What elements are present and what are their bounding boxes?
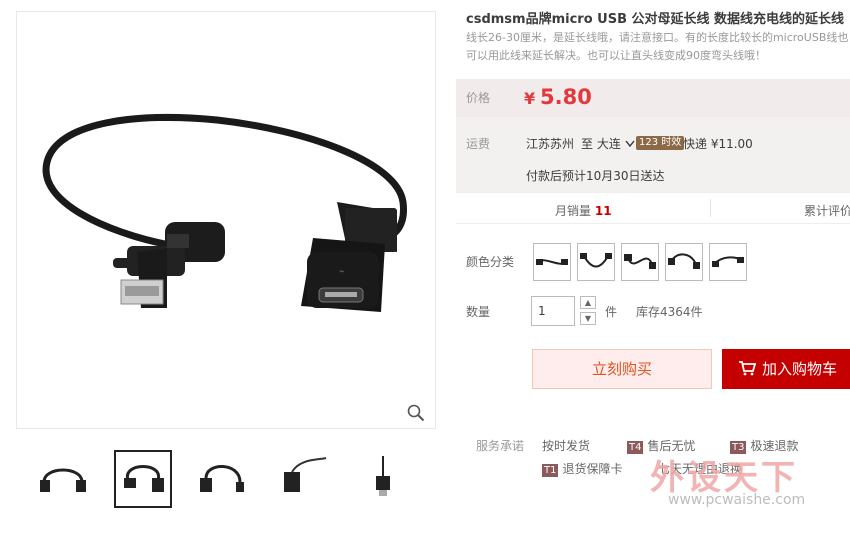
thumbnail-4[interactable]	[274, 450, 332, 508]
quantity-decrease-button[interactable]: ▼	[580, 312, 596, 325]
usb-cable-image: ⌁	[42, 113, 407, 312]
shipping-label: 运费	[466, 137, 491, 151]
color-label: 颜色分类	[466, 255, 515, 269]
stock-count: 库存4364件	[636, 305, 703, 319]
monthly-sales-label: 月销量	[555, 204, 592, 218]
sales-row	[456, 192, 850, 224]
color-option-4[interactable]	[665, 243, 703, 281]
sales-divider	[710, 199, 711, 217]
shipping-method: 快递 ¥11.00	[683, 137, 753, 151]
quantity-increase-button[interactable]: ▲	[580, 296, 596, 309]
thumbnail-strip	[34, 450, 434, 512]
quantity-input[interactable]	[531, 296, 575, 326]
thumbnail-2[interactable]	[114, 450, 172, 508]
monthly-sales: 月销量 11	[555, 202, 612, 219]
color-option-2[interactable]	[577, 243, 615, 281]
cart-icon	[739, 361, 756, 376]
service-on-time: 按时发货	[542, 437, 590, 454]
product-title: csdmsm品牌micro USB 公对母延长线 数据线充电线的延长线	[466, 12, 845, 27]
price-currency: ¥	[524, 89, 536, 108]
price-label: 价格	[466, 91, 491, 105]
price-band	[456, 79, 850, 117]
color-option-3[interactable]	[621, 243, 659, 281]
shipping-destination[interactable]: 至 大连	[581, 135, 635, 152]
watermark-url: www.pcwaishe.com	[668, 492, 806, 508]
product-description: 线长26-30厘米，是延长线哦，请注意接口。有的长度比较长的microUSB线也…	[466, 31, 849, 62]
buy-now-button[interactable]: 立刻购买	[532, 349, 712, 389]
svg-text:⌁: ⌁	[339, 267, 344, 277]
thumbnail-3[interactable]	[194, 450, 252, 508]
total-reviews[interactable]: 累计评价	[804, 202, 850, 219]
price-value: 5.80	[540, 85, 592, 109]
services-label: 服务承诺	[476, 439, 525, 453]
delivery-estimate: 付款后预计10月30日送达	[526, 169, 665, 183]
quantity-label: 数量	[466, 305, 491, 319]
service-tag: T4	[627, 441, 644, 454]
chevron-down-icon	[625, 140, 635, 148]
thumbnail-5[interactable]	[354, 450, 412, 508]
color-swatches	[533, 243, 747, 281]
quantity-unit: 件	[605, 305, 618, 319]
magnifier-icon[interactable]	[407, 404, 425, 422]
thumbnail-1[interactable]	[34, 450, 92, 508]
service-text: 退货保障卡	[562, 462, 623, 476]
service-return-card: T1 退货保障卡	[542, 460, 623, 477]
delivery-time-badge: 123 时效	[636, 136, 685, 150]
service-tag: T1	[542, 464, 559, 477]
color-option-5[interactable]	[709, 243, 747, 281]
service-text: 按时发货	[542, 439, 591, 453]
monthly-sales-value: 11	[594, 204, 612, 218]
color-option-1[interactable]	[533, 243, 571, 281]
shipping-from: 江苏苏州	[526, 137, 575, 151]
main-product-image[interactable]: ⌁	[16, 11, 436, 429]
shipping-destination-label: 至 大连	[581, 137, 621, 151]
